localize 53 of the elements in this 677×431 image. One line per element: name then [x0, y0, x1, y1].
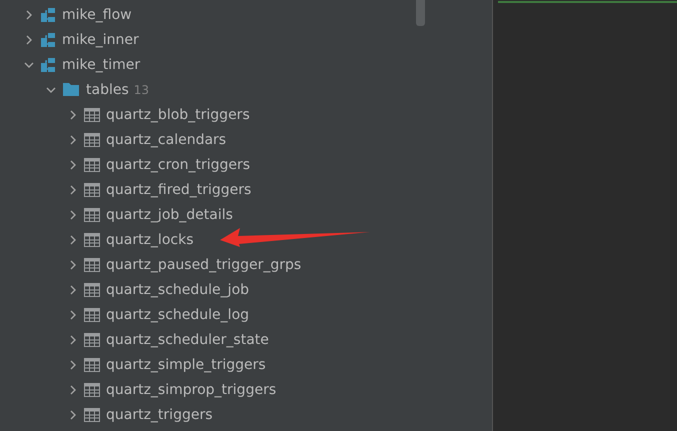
chevron-right-icon[interactable] — [68, 284, 78, 294]
chevron-right-icon[interactable] — [68, 410, 78, 420]
chevron-down-icon[interactable] — [24, 60, 34, 70]
tree-item[interactable]: quartz_simple_triggers — [106, 356, 266, 372]
table-icon — [84, 308, 100, 322]
table-icon — [84, 332, 100, 346]
table-icon — [84, 182, 100, 196]
tree-item[interactable]: quartz_job_details — [106, 206, 233, 222]
scrollbar-thumb[interactable] — [416, 0, 425, 26]
tree-item[interactable]: quartz_cron_triggers — [106, 156, 250, 172]
chevron-right-icon[interactable] — [68, 160, 78, 170]
tree-item[interactable]: quartz_paused_trigger_grps — [106, 256, 302, 272]
table-icon — [84, 258, 100, 272]
chevron-right-icon[interactable] — [24, 34, 34, 44]
tree-item[interactable]: mike_timer — [62, 56, 140, 72]
chevron-right-icon[interactable] — [68, 210, 78, 220]
tree-item[interactable]: quartz_scheduler_state — [106, 332, 269, 348]
chevron-right-icon[interactable] — [24, 10, 34, 20]
schema-icon — [40, 56, 56, 72]
chevron-right-icon[interactable] — [68, 134, 78, 144]
table-icon — [84, 158, 100, 172]
tree-item[interactable]: quartz_schedule_job — [106, 282, 250, 298]
chevron-right-icon[interactable] — [68, 260, 78, 270]
table-icon — [84, 408, 100, 422]
chevron-right-icon[interactable] — [68, 384, 78, 394]
chevron-right-icon[interactable] — [68, 310, 78, 320]
tree-item[interactable]: mike_flow — [62, 6, 132, 22]
chevron-down-icon[interactable] — [46, 84, 56, 94]
tree-item[interactable]: tables — [86, 82, 129, 98]
chevron-right-icon[interactable] — [68, 110, 78, 120]
tree-item[interactable]: quartz_fired_triggers — [106, 182, 252, 198]
tree-item[interactable]: quartz_blob_triggers — [106, 106, 250, 122]
chevron-right-icon[interactable] — [68, 234, 78, 244]
table-icon — [84, 232, 100, 246]
tree-item[interactable]: mike_inner — [62, 32, 139, 48]
item-count: 13 — [134, 82, 150, 96]
table-icon — [84, 208, 100, 222]
chevron-right-icon[interactable] — [68, 334, 78, 344]
tree-item[interactable]: quartz_schedule_log — [106, 306, 250, 322]
table-icon — [84, 132, 100, 146]
schema-icon — [40, 6, 56, 22]
table-icon — [84, 108, 100, 122]
table-icon — [84, 382, 100, 396]
table-icon — [84, 282, 100, 296]
table-icon — [84, 358, 100, 372]
schema-icon — [40, 32, 56, 48]
tree-item[interactable]: quartz_simprop_triggers — [106, 382, 276, 398]
tree-item[interactable]: quartz_locks — [106, 232, 194, 248]
tree-item[interactable]: quartz_triggers — [106, 406, 213, 422]
folder-icon — [62, 82, 80, 97]
tree-item[interactable]: quartz_calendars — [106, 132, 226, 148]
chevron-right-icon[interactable] — [68, 360, 78, 370]
chevron-right-icon[interactable] — [68, 184, 78, 194]
